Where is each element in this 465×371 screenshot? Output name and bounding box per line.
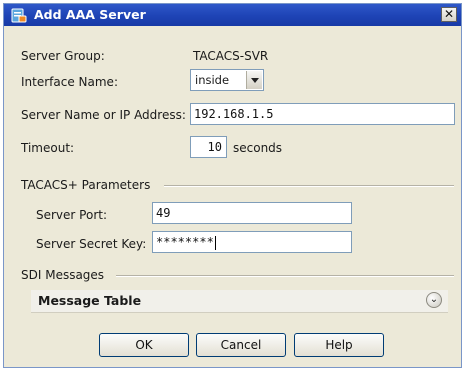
server-secret-key-input[interactable]: ******** — [152, 231, 352, 253]
expand-icon[interactable]: ⌄ — [426, 292, 442, 308]
message-table-panel[interactable]: Message Table ⌄ — [31, 290, 448, 313]
timeout-input[interactable]: 10 — [190, 136, 227, 158]
tacacs-separator — [164, 185, 454, 187]
ok-button[interactable]: OK — [99, 333, 189, 357]
message-table-title: Message Table — [38, 293, 142, 308]
title-bar[interactable]: Add AAA Server ✕ — [4, 4, 461, 26]
timeout-label: Timeout: — [21, 141, 75, 155]
server-name-input[interactable]: 192.168.1.5 — [190, 103, 455, 125]
close-icon: ✕ — [443, 7, 455, 21]
sdi-separator — [116, 275, 454, 277]
server-port-label: Server Port: — [36, 208, 107, 222]
interface-name-select[interactable]: inside — [190, 69, 264, 91]
interface-dropdown-button[interactable] — [246, 71, 262, 89]
help-button[interactable]: Help — [294, 333, 384, 357]
add-aaa-server-dialog: Add AAA Server ✕ Server Group: TACACS-SV… — [3, 3, 462, 368]
timeout-unit: seconds — [233, 141, 283, 155]
server-port-input[interactable]: 49 — [152, 202, 352, 224]
server-secret-key-value: ******** — [156, 235, 214, 249]
cancel-button[interactable]: Cancel — [196, 333, 286, 357]
server-group-value: TACACS-SVR — [193, 49, 269, 63]
aaa-server-icon — [11, 8, 27, 23]
sdi-section-label: SDI Messages — [21, 268, 105, 282]
chevron-down-icon — [251, 78, 259, 83]
server-secret-key-label: Server Secret Key: — [36, 237, 147, 251]
server-group-label: Server Group: — [21, 49, 105, 63]
interface-name-value: inside — [195, 73, 230, 87]
text-caret — [214, 235, 216, 250]
interface-name-label: Interface Name: — [21, 75, 118, 89]
tacacs-section-label: TACACS+ Parameters — [21, 178, 151, 192]
window-title: Add AAA Server — [34, 7, 146, 22]
server-name-label: Server Name or IP Address: — [21, 108, 186, 122]
close-button[interactable]: ✕ — [441, 7, 457, 22]
